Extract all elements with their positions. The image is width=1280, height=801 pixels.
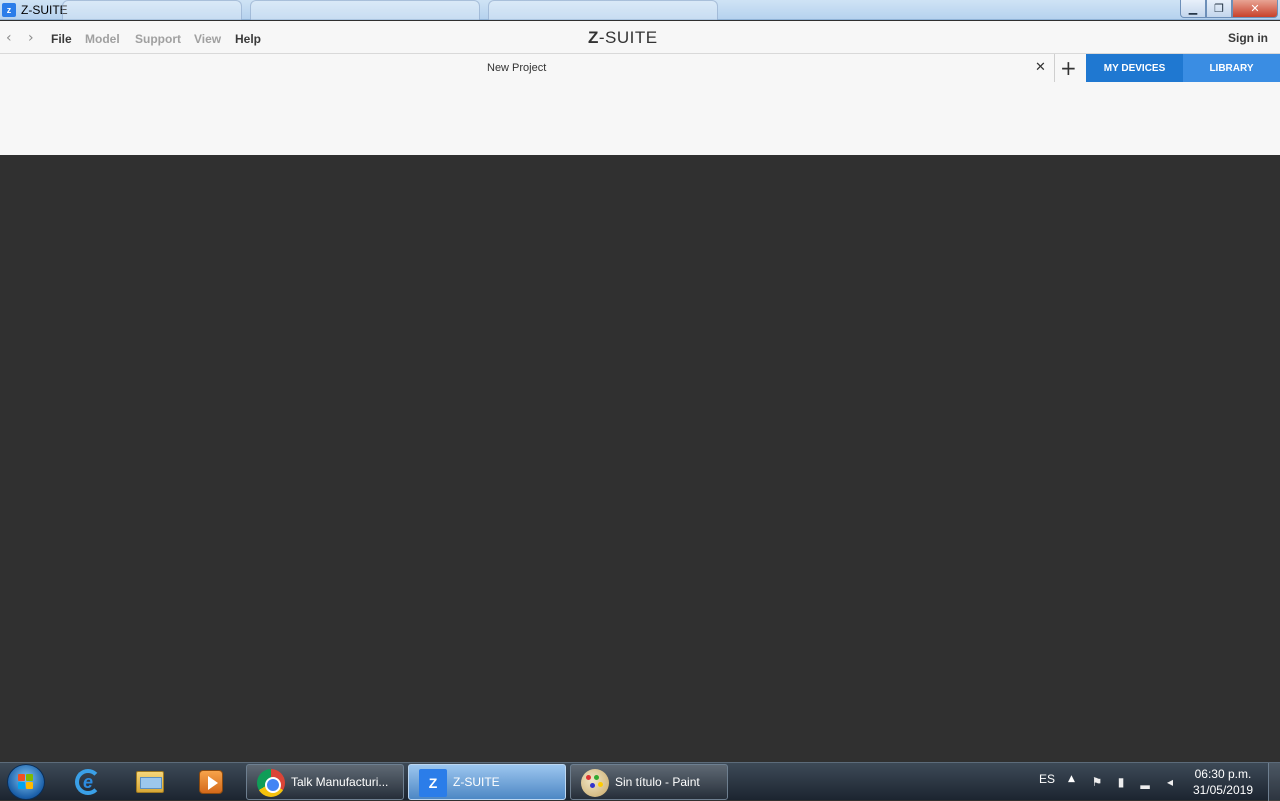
task-label: Sin título - Paint [615, 775, 700, 789]
brand-mark: Z [588, 28, 599, 47]
forward-arrow-icon[interactable]: › [28, 30, 34, 46]
start-button[interactable] [7, 764, 45, 800]
task-label: Z-SUITE [453, 775, 500, 789]
internet-explorer-icon[interactable]: e [72, 767, 104, 797]
background-browser-tab [488, 0, 718, 20]
menu-bar: ‹ › File Model Support View Help Z-SUITE… [0, 21, 1280, 54]
brand-text: -SUITE [598, 28, 658, 47]
project-tab-label: New Project [487, 62, 547, 74]
show-hidden-icons[interactable]: ▲ [1068, 774, 1075, 784]
clock-time: 06:30 p.m. [1194, 767, 1252, 781]
zsuite-logo: Z-SUITE [588, 28, 658, 48]
window-controls: ▁ ❐ ✕ [1180, 0, 1278, 18]
show-desktop-button[interactable] [1268, 763, 1280, 801]
sign-in-link[interactable]: Sign in [1228, 31, 1268, 45]
tab-divider [1054, 54, 1055, 82]
power-icon[interactable]: ▮ [1114, 775, 1128, 789]
my-devices-button[interactable]: MY DEVICES [1086, 54, 1183, 82]
menu-support[interactable]: Support [135, 32, 181, 46]
menu-model[interactable]: Model [85, 32, 120, 46]
restore-button[interactable]: ❐ [1206, 0, 1232, 18]
chrome-icon [257, 769, 285, 797]
media-player-icon[interactable] [195, 767, 227, 797]
tab-new-project[interactable]: New Project ✕ [0, 54, 1054, 83]
window-title: Z-SUITE [21, 3, 68, 17]
action-center-icon[interactable]: ⚑ [1090, 775, 1104, 789]
menu-file[interactable]: File [51, 32, 72, 46]
system-clock[interactable]: 06:30 p.m. 31/05/2019 [1193, 766, 1253, 798]
zsuite-app-icon: z [2, 3, 16, 17]
language-indicator[interactable]: ES [1039, 772, 1055, 786]
project-tab-strip: New Project ✕ + MY DEVICES LIBRARY [0, 54, 1280, 155]
background-browser-tab [250, 0, 480, 20]
close-tab-icon[interactable]: ✕ [1035, 60, 1046, 75]
taskbar-item-chrome[interactable]: Talk Manufacturi... [246, 764, 404, 800]
background-browser-tab [62, 0, 242, 20]
taskbar-item-zsuite[interactable]: Z Z-SUITE [408, 764, 566, 800]
volume-muted-icon[interactable]: ◂ [1163, 775, 1177, 789]
library-button[interactable]: LIBRARY [1183, 54, 1280, 82]
taskbar: e Talk Manufacturi... Z Z-SUITE Sin títu… [0, 762, 1280, 801]
windows-logo-icon [18, 774, 34, 790]
back-arrow-icon[interactable]: ‹ [6, 30, 12, 46]
zsuite-icon: Z [419, 769, 447, 797]
workspace-viewport[interactable] [0, 155, 1280, 762]
clock-date: 31/05/2019 [1192, 783, 1253, 797]
taskbar-item-paint[interactable]: Sin título - Paint [570, 764, 728, 800]
file-explorer-icon[interactable] [134, 767, 166, 797]
minimize-button[interactable]: ▁ [1180, 0, 1206, 18]
window-title-bar[interactable]: z Z-SUITE ▁ ❐ ✕ [0, 0, 1280, 20]
add-project-icon[interactable]: + [1060, 56, 1077, 80]
paint-icon [581, 769, 609, 797]
menu-help[interactable]: Help [235, 32, 261, 46]
close-button[interactable]: ✕ [1232, 0, 1278, 18]
network-signal-icon[interactable]: ▂ [1138, 775, 1152, 789]
task-label: Talk Manufacturi... [291, 775, 389, 789]
menu-view[interactable]: View [194, 32, 221, 46]
